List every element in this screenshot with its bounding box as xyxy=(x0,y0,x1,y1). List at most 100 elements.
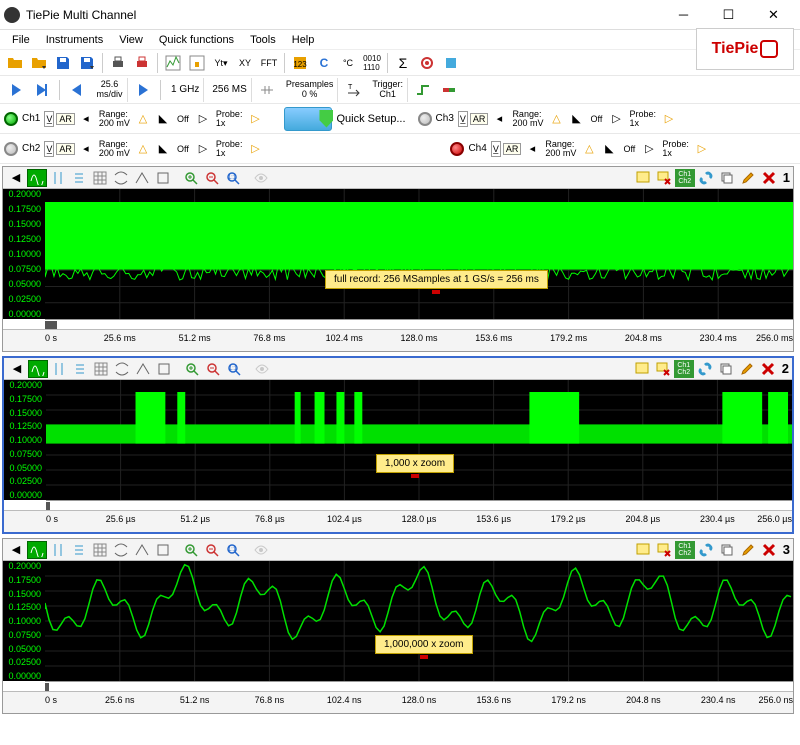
save-as-button[interactable] xyxy=(76,52,98,74)
close-graph-icon[interactable] xyxy=(759,169,779,187)
timebase-display[interactable]: 25.6 ms/div xyxy=(92,78,128,102)
eye-icon[interactable] xyxy=(252,360,272,378)
graph-3-annotation[interactable]: 1,000,000 x zoom xyxy=(375,635,473,654)
delete-note-icon[interactable] xyxy=(654,169,674,187)
amp-out-icon[interactable]: ▷ xyxy=(660,110,678,128)
channel-ch1-range[interactable]: Range:200 mV xyxy=(97,110,132,128)
graph-collapse-icon[interactable]: ◀ xyxy=(7,360,27,378)
zoom-out-icon[interactable] xyxy=(203,360,223,378)
cursor-pair-icon[interactable] xyxy=(48,541,68,559)
timebase-prev-button[interactable] xyxy=(66,79,88,101)
extra-button[interactable] xyxy=(440,52,462,74)
menu-help[interactable]: Help xyxy=(284,32,323,48)
channel-ch2-coupling[interactable]: V̲ xyxy=(44,141,54,157)
interpolate-icon[interactable] xyxy=(132,169,152,187)
copy-icon[interactable] xyxy=(717,541,737,559)
eye-icon[interactable] xyxy=(251,169,271,187)
ch-compare-icon[interactable]: Ch1Ch2 xyxy=(675,169,695,187)
graph-fft-button[interactable]: FFT xyxy=(258,52,280,74)
zoom-in-icon[interactable] xyxy=(181,169,201,187)
gear-button[interactable] xyxy=(416,52,438,74)
graph-1-scrollbar[interactable] xyxy=(45,319,793,329)
zoom-in-icon[interactable] xyxy=(182,360,202,378)
menu-file[interactable]: File xyxy=(4,32,38,48)
save-button[interactable] xyxy=(52,52,74,74)
print-red-button[interactable] xyxy=(131,52,153,74)
link-icon[interactable] xyxy=(696,169,716,187)
link-icon[interactable] xyxy=(695,360,715,378)
open-button[interactable] xyxy=(4,52,26,74)
close-button[interactable]: ✕ xyxy=(751,1,796,29)
graph-oscillo-icon[interactable] xyxy=(28,360,48,378)
channel-ch4-coupling[interactable]: V̲ xyxy=(491,141,501,157)
channel-ch3-coupling[interactable]: V̲ xyxy=(458,111,468,127)
slope-icon[interactable]: ◣ xyxy=(154,110,172,128)
zoom-reset-icon[interactable]: 1:1 xyxy=(223,541,243,559)
channel-ch1-coupling[interactable]: V̲ xyxy=(44,111,54,127)
amp-out-icon[interactable]: ▷ xyxy=(246,110,264,128)
zoom-out-icon[interactable] xyxy=(202,541,222,559)
menu-instruments[interactable]: Instruments xyxy=(38,32,111,48)
channel-ch1-autorange[interactable]: AR xyxy=(56,113,75,125)
quick-setup-button[interactable]: Quick Setup... xyxy=(276,106,413,131)
grid-icon[interactable] xyxy=(90,169,110,187)
minimize-button[interactable]: ─ xyxy=(661,1,706,29)
amp-icon[interactable]: ▷ xyxy=(640,140,658,158)
maximize-button[interactable]: ☐ xyxy=(706,1,751,29)
delete-note-icon[interactable] xyxy=(654,541,674,559)
clamp-button[interactable]: C xyxy=(313,52,335,74)
note-icon[interactable] xyxy=(633,541,653,559)
slope-icon[interactable]: ◣ xyxy=(154,140,172,158)
channel-ch1-probe[interactable]: Probe:1x xyxy=(214,110,245,128)
channel-ch3-probe[interactable]: Probe:1x xyxy=(627,110,658,128)
menu-quick-functions[interactable]: Quick functions xyxy=(151,32,242,48)
graph-locked-button[interactable] xyxy=(186,52,208,74)
play-button[interactable] xyxy=(4,79,28,101)
zoom-reset-icon[interactable]: 1:1 xyxy=(224,360,244,378)
triangle-up-icon[interactable]: △ xyxy=(547,110,565,128)
chevron-left-icon[interactable]: ◂ xyxy=(490,110,508,128)
slope-icon[interactable]: ◣ xyxy=(600,140,618,158)
cursor-single-icon[interactable] xyxy=(70,360,90,378)
graph-yt-label-button[interactable]: Yt▾ xyxy=(210,52,232,74)
graph-2-plot[interactable]: 1,000 x zoom xyxy=(46,380,792,500)
amp-out-icon[interactable]: ▷ xyxy=(246,140,264,158)
chevron-left-icon[interactable]: ◂ xyxy=(523,140,541,158)
channel-ch3-autorange[interactable]: AR xyxy=(470,113,489,125)
channel-ch2-probe[interactable]: Probe:1x xyxy=(214,140,245,158)
channel-ch4-probe[interactable]: Probe:1x xyxy=(660,140,691,158)
cursor-pair-icon[interactable] xyxy=(48,169,68,187)
graph-oscillo-icon[interactable] xyxy=(27,169,47,187)
grid-icon[interactable] xyxy=(91,360,111,378)
record-settings-button[interactable] xyxy=(256,79,278,101)
graph-xy-button[interactable]: XY xyxy=(234,52,256,74)
graph-3-scrollbar[interactable] xyxy=(45,681,793,691)
channel-ch1-off[interactable]: Off xyxy=(174,110,192,128)
delete-note-icon[interactable] xyxy=(653,360,673,378)
cursor-single-icon[interactable] xyxy=(69,541,89,559)
amp-icon[interactable]: ▷ xyxy=(194,110,212,128)
menu-tools[interactable]: Tools xyxy=(242,32,284,48)
pencil-icon[interactable] xyxy=(738,541,758,559)
close-graph-icon[interactable] xyxy=(759,541,779,559)
open-dropdown-button[interactable] xyxy=(28,52,50,74)
ch-compare-icon[interactable]: Ch1Ch2 xyxy=(675,541,695,559)
zoom-out-icon[interactable] xyxy=(202,169,222,187)
envelope-icon[interactable] xyxy=(111,169,131,187)
timebase-next-button[interactable] xyxy=(132,79,154,101)
channel-ch4-range[interactable]: Range:200 mV xyxy=(543,140,578,158)
chevron-left-icon[interactable]: ◂ xyxy=(77,140,95,158)
amp-icon[interactable]: ▷ xyxy=(194,140,212,158)
channel-ch2-autorange[interactable]: AR xyxy=(56,143,75,155)
graph-3-plot[interactable]: 1,000,000 x zoom xyxy=(45,561,793,681)
trigger-level-button[interactable] xyxy=(438,79,460,101)
temp-button[interactable]: °C xyxy=(337,52,359,74)
cursor-pair-icon[interactable] xyxy=(49,360,69,378)
trigger-edge-button[interactable] xyxy=(412,79,434,101)
scale-icon[interactable] xyxy=(154,360,174,378)
channel-ch2-range[interactable]: Range:200 mV xyxy=(97,140,132,158)
scale-icon[interactable] xyxy=(153,541,173,559)
trigger-mode-button[interactable]: T xyxy=(342,79,364,101)
menu-view[interactable]: View xyxy=(111,32,151,48)
scale-icon[interactable] xyxy=(153,169,173,187)
